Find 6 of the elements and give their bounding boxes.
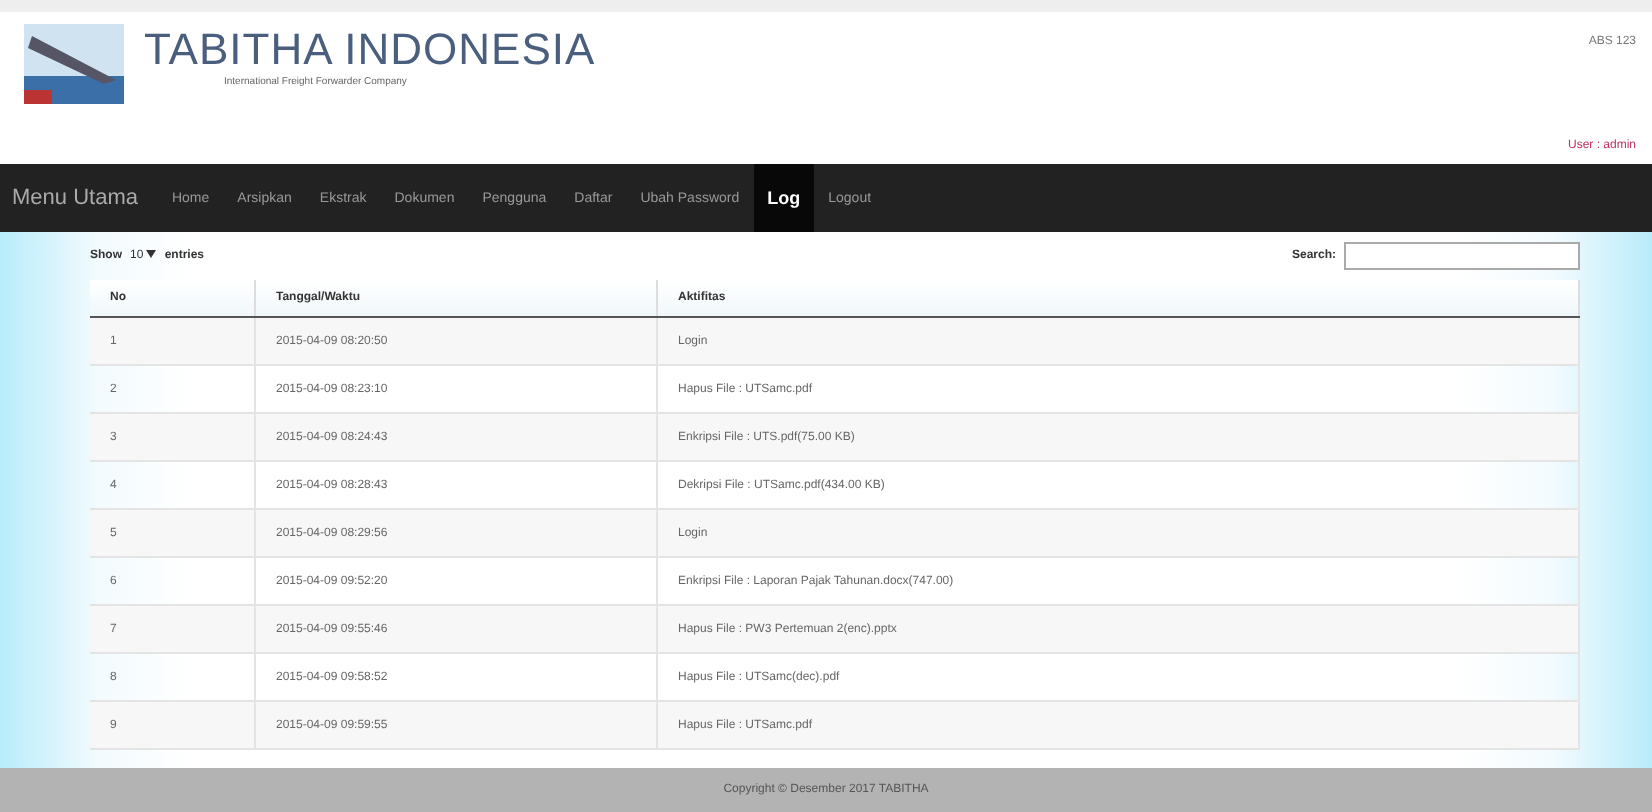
caret-icon (146, 250, 157, 258)
search-field[interactable] (1344, 242, 1580, 270)
nav-item[interactable]: Log (753, 164, 815, 232)
company-title: TABITHA INDONESIA (144, 24, 596, 76)
menu-brand[interactable]: Menu Utama (12, 164, 158, 232)
logo-icon (24, 24, 124, 104)
